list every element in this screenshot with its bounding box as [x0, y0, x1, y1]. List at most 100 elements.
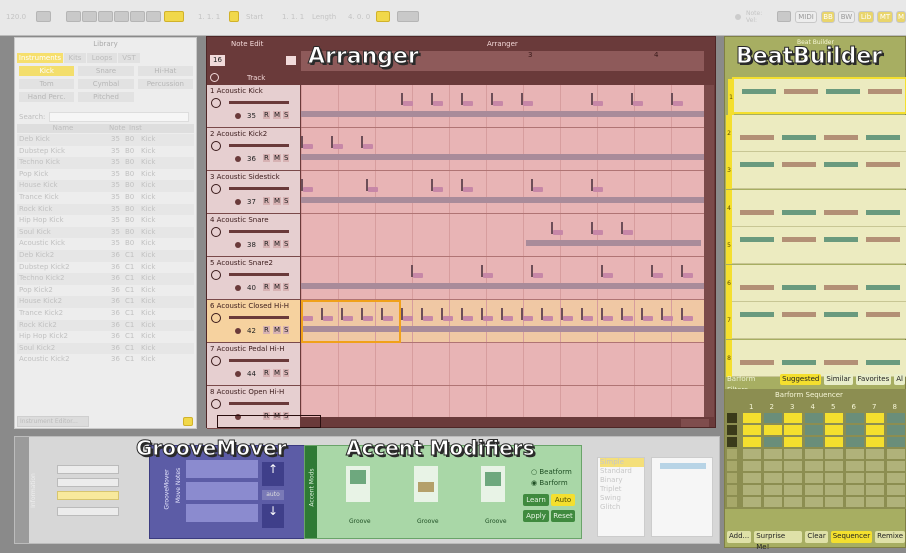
sequencer-row[interactable]	[727, 425, 905, 436]
note-head[interactable]	[663, 316, 673, 321]
sequencer-cell[interactable]	[804, 413, 823, 423]
record-arm-button[interactable]: R	[263, 326, 270, 334]
play-row-icon[interactable]	[727, 437, 737, 447]
solo-button[interactable]: S	[283, 111, 290, 119]
record-dot-icon[interactable]	[235, 242, 241, 248]
mute-button[interactable]: M	[273, 326, 282, 334]
move-up-icon[interactable]: ↑	[262, 462, 284, 486]
start-value[interactable]: 1. 1. 1	[282, 13, 304, 21]
arranger-grid[interactable]	[301, 85, 704, 417]
sequencer-cell[interactable]	[825, 461, 843, 471]
grid-icon[interactable]	[777, 11, 791, 22]
arranger-lane[interactable]	[301, 85, 704, 128]
lib-button[interactable]: Lib	[858, 11, 874, 23]
library-row[interactable]: Rock Kick 35 B0 Kick	[17, 203, 194, 216]
record-arm-button[interactable]: R	[263, 369, 270, 377]
remixer-button[interactable]: Remixe	[875, 531, 905, 543]
rhythm-rule-item[interactable]: Simple	[600, 458, 644, 467]
category-pitched[interactable]: Pitched	[78, 92, 134, 102]
note-head[interactable]	[583, 316, 593, 321]
note-head[interactable]	[623, 316, 633, 321]
library-row[interactable]: House Kick2 36 C1 Kick	[17, 296, 194, 308]
category-snare[interactable]: Snare	[78, 66, 134, 76]
groove-lane[interactable]	[186, 482, 258, 500]
sequencer-cell[interactable]	[845, 413, 864, 423]
velocity-box-1[interactable]	[346, 466, 370, 502]
sequencer-cell[interactable]	[743, 437, 761, 447]
play-row-icon[interactable]	[727, 461, 737, 471]
sequencer-cell[interactable]	[825, 473, 843, 483]
sequencer-cell[interactable]	[866, 461, 884, 471]
note-head[interactable]	[413, 273, 423, 278]
sequencer-row[interactable]	[727, 485, 905, 496]
sequencer-cell[interactable]	[845, 485, 864, 495]
solo-button[interactable]: S	[283, 197, 290, 205]
mute-button[interactable]: M	[273, 283, 282, 291]
add-track-icon[interactable]	[210, 73, 219, 82]
rhythm-rule-item[interactable]: Binary	[600, 476, 644, 485]
sequencer-cell[interactable]	[845, 497, 864, 507]
sequencer-cell[interactable]	[763, 485, 782, 495]
note-head[interactable]	[493, 101, 503, 106]
barform-row[interactable]: 5	[726, 227, 906, 264]
sequencer-cell[interactable]	[784, 449, 802, 459]
loop-button[interactable]	[164, 11, 184, 22]
category-tom[interactable]: Tom	[19, 79, 75, 89]
category-hand-perc[interactable]: Hand Perc.	[19, 92, 75, 102]
apply-button[interactable]: Apply	[523, 510, 549, 522]
track-header-row[interactable]: 7 Acoustic Pedal Hi-H 44 R M S	[207, 343, 300, 386]
barform-radio[interactable]: ◉ Barform	[531, 479, 568, 487]
note-head[interactable]	[643, 316, 653, 321]
note-head[interactable]	[333, 144, 343, 149]
note-head[interactable]	[683, 316, 693, 321]
note-head[interactable]	[523, 101, 533, 106]
note-head[interactable]	[593, 230, 603, 235]
library-row[interactable]: Techno Kick2 36 C1 Kick	[17, 273, 194, 285]
slot[interactable]	[57, 478, 119, 487]
sequencer-cell[interactable]	[763, 449, 782, 459]
sequencer-cell[interactable]	[763, 473, 782, 483]
auto-button[interactable]: auto	[262, 490, 284, 500]
note-head[interactable]	[303, 144, 313, 149]
sequencer-cell[interactable]	[743, 413, 761, 423]
solo-button[interactable]: S	[283, 369, 290, 377]
sequencer-cell[interactable]	[804, 437, 823, 447]
library-row[interactable]: Trance Kick 35 B0 Kick	[17, 192, 194, 204]
column-inst[interactable]: Inst	[129, 124, 159, 133]
play-row-icon[interactable]	[727, 425, 737, 435]
pan-knob-icon[interactable]	[211, 141, 221, 151]
sequencer-cell[interactable]	[845, 461, 864, 471]
column-note[interactable]: Note	[109, 124, 129, 133]
volume-slider[interactable]	[229, 402, 289, 405]
rhythm-rule-item[interactable]: Glitch	[600, 503, 644, 512]
note-head[interactable]	[443, 316, 453, 321]
sequencer-cell[interactable]	[763, 425, 782, 435]
sequencer-cell[interactable]	[804, 461, 823, 471]
midi-button[interactable]: MIDI	[795, 11, 817, 23]
filter-similar[interactable]: Similar	[824, 374, 853, 385]
play-icon[interactable]	[98, 11, 113, 22]
note-head[interactable]	[553, 230, 563, 235]
barform-row[interactable]: 2	[726, 114, 906, 152]
note-head[interactable]	[653, 273, 663, 278]
library-row[interactable]: Rock Kick2 36 C1 Kick	[17, 319, 194, 332]
note-head[interactable]	[523, 316, 533, 321]
track-header-row[interactable]: 4 Acoustic Snare 38 R M S	[207, 214, 300, 257]
play-row-icon[interactable]	[727, 449, 737, 459]
sequencer-cell[interactable]	[866, 449, 884, 459]
barform-row[interactable]: 6	[726, 264, 906, 302]
volume-slider[interactable]	[229, 359, 289, 362]
rewind-icon[interactable]	[82, 11, 97, 22]
sequencer-row[interactable]	[727, 497, 905, 508]
note-head[interactable]	[423, 316, 433, 321]
sequencer-cell[interactable]	[743, 425, 761, 435]
arranger-lane[interactable]	[301, 214, 704, 257]
barform-row[interactable]: 8	[726, 339, 906, 377]
stop-icon[interactable]	[114, 11, 129, 22]
sequencer-cell[interactable]	[866, 437, 884, 447]
sequencer-cell[interactable]	[784, 425, 802, 435]
note-head[interactable]	[603, 316, 613, 321]
beatform-radio[interactable]: ○ Beatform	[531, 468, 572, 476]
note-head[interactable]	[603, 273, 613, 278]
record-dot-icon[interactable]	[235, 113, 241, 119]
